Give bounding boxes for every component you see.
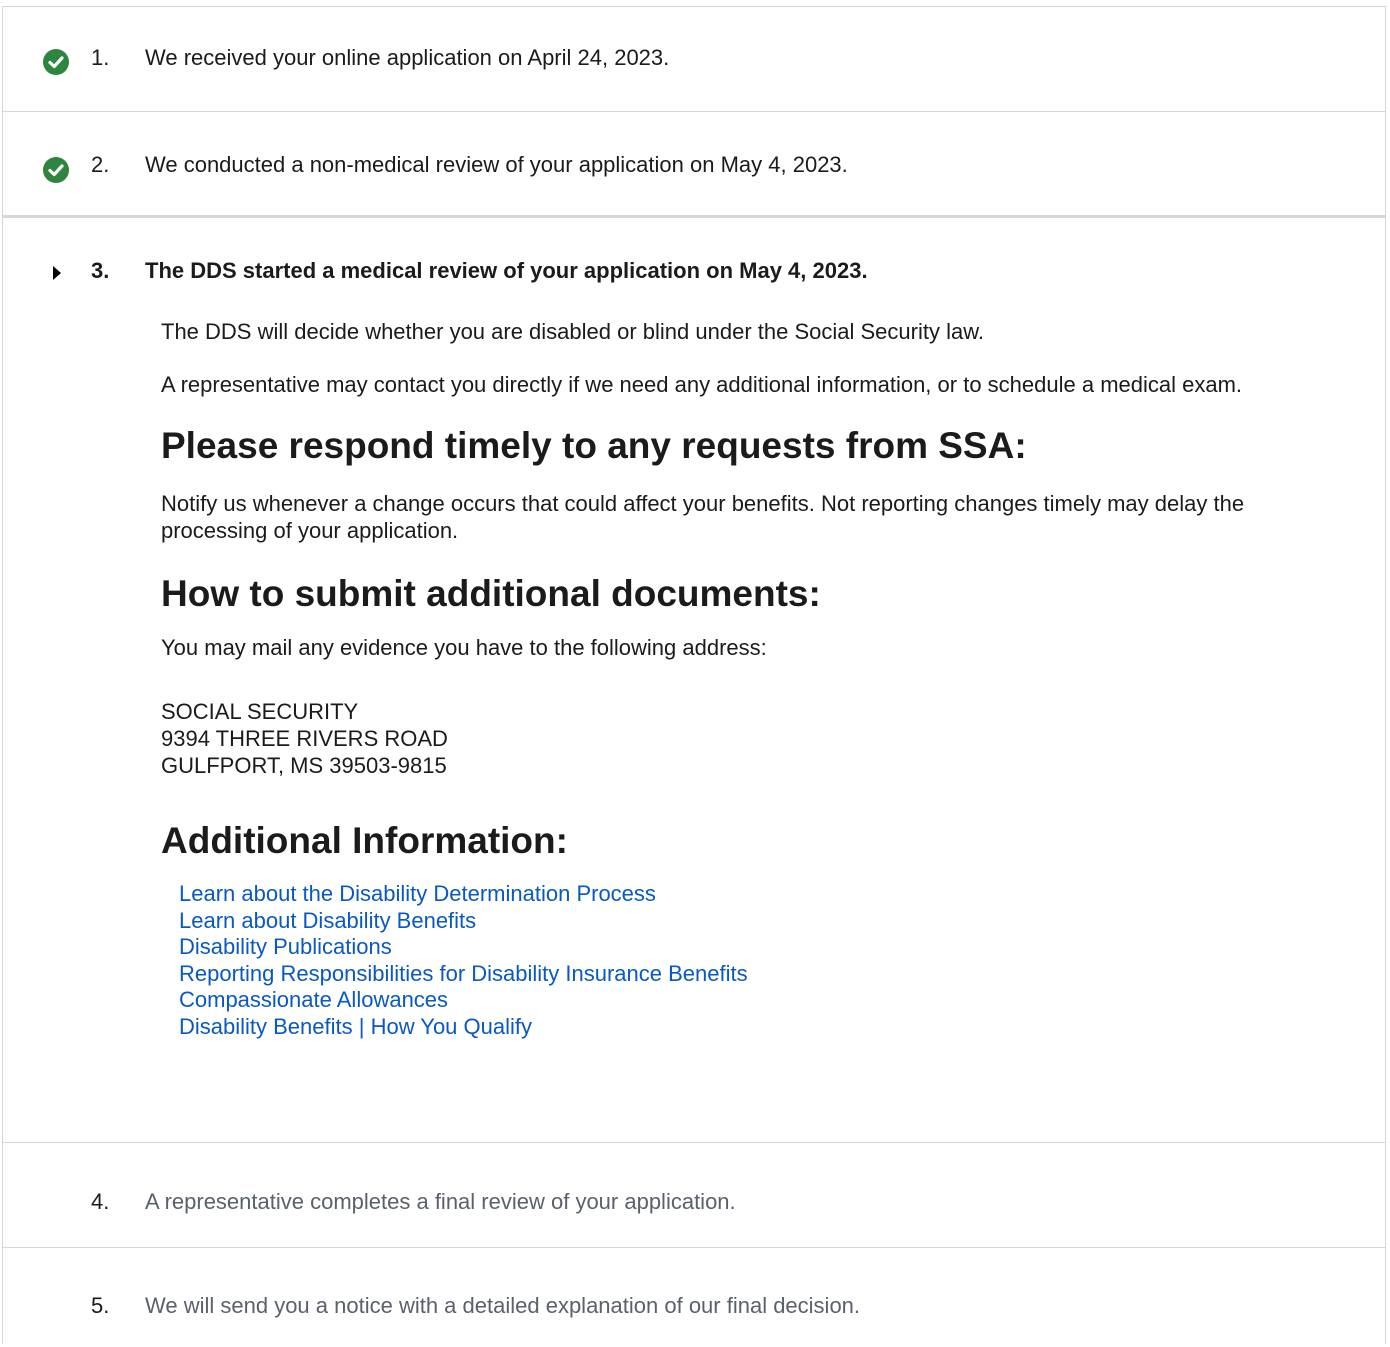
step-number: 3. [91, 258, 110, 283]
address-line: SOCIAL SECURITY [161, 699, 359, 724]
address-line: GULFPORT, MS 39503-9815 [161, 753, 447, 778]
section-heading: Please respond timely to any requests fr… [161, 425, 1027, 466]
step-title: A representative completes a final revie… [145, 1189, 736, 1214]
link-how-you-qualify[interactable]: Disability Benefits | How You Qualify [179, 1014, 1351, 1041]
address-line: 9394 THREE RIVERS ROAD [161, 726, 448, 751]
step-number: 1. [91, 45, 110, 70]
detail-paragraph: Notify us whenever a change occurs that … [161, 491, 1245, 543]
link-disability-publications[interactable]: Disability Publications [179, 934, 1351, 961]
section-heading: Additional Information: [161, 820, 568, 861]
step-2: 2. We conducted a non-medical review of … [3, 111, 1385, 217]
step-number: 2. [91, 152, 110, 177]
detail-paragraph: You may mail any evidence you have to th… [161, 635, 767, 660]
detail-paragraph: A representative may contact you directl… [161, 372, 1243, 397]
link-compassionate-allowances[interactable]: Compassionate Allowances [179, 987, 1351, 1014]
link-reporting-responsibilities[interactable]: Reporting Responsibilities for Disabilit… [179, 961, 1351, 988]
step-title: We will send you a notice with a detaile… [145, 1293, 861, 1318]
application-status-steps: 1. We received your online application o… [2, 6, 1386, 1344]
step-number: 5. [91, 1293, 110, 1318]
caret-right-icon[interactable] [49, 265, 65, 281]
check-circle-icon [43, 49, 69, 75]
step-3: 3. The DDS started a medical review of y… [3, 215, 1385, 1144]
link-disability-determination-process[interactable]: Learn about the Disability Determination… [179, 881, 1351, 908]
step-5: 5. We will send you a notice with a deta… [3, 1247, 1385, 1347]
section-heading: How to submit additional documents: [161, 573, 821, 614]
step-number: 4. [91, 1189, 110, 1214]
additional-info-links: Learn about the Disability Determination… [179, 881, 1351, 1041]
mailing-address: SOCIAL SECURITY 9394 THREE RIVERS ROAD G… [161, 698, 1351, 779]
step-1: 1. We received your online application o… [3, 7, 1385, 111]
step-4: 4. A representative completes a final re… [3, 1142, 1385, 1248]
step-title: We received your online application on A… [145, 45, 670, 70]
detail-paragraph: The DDS will decide whether you are disa… [161, 319, 984, 344]
step-detail: The DDS will decide whether you are disa… [161, 318, 1351, 1041]
step-title: The DDS started a medical review of your… [145, 258, 868, 283]
check-circle-icon [43, 157, 69, 183]
link-disability-benefits[interactable]: Learn about Disability Benefits [179, 908, 1351, 935]
step-title: We conducted a non-medical review of you… [145, 152, 848, 177]
